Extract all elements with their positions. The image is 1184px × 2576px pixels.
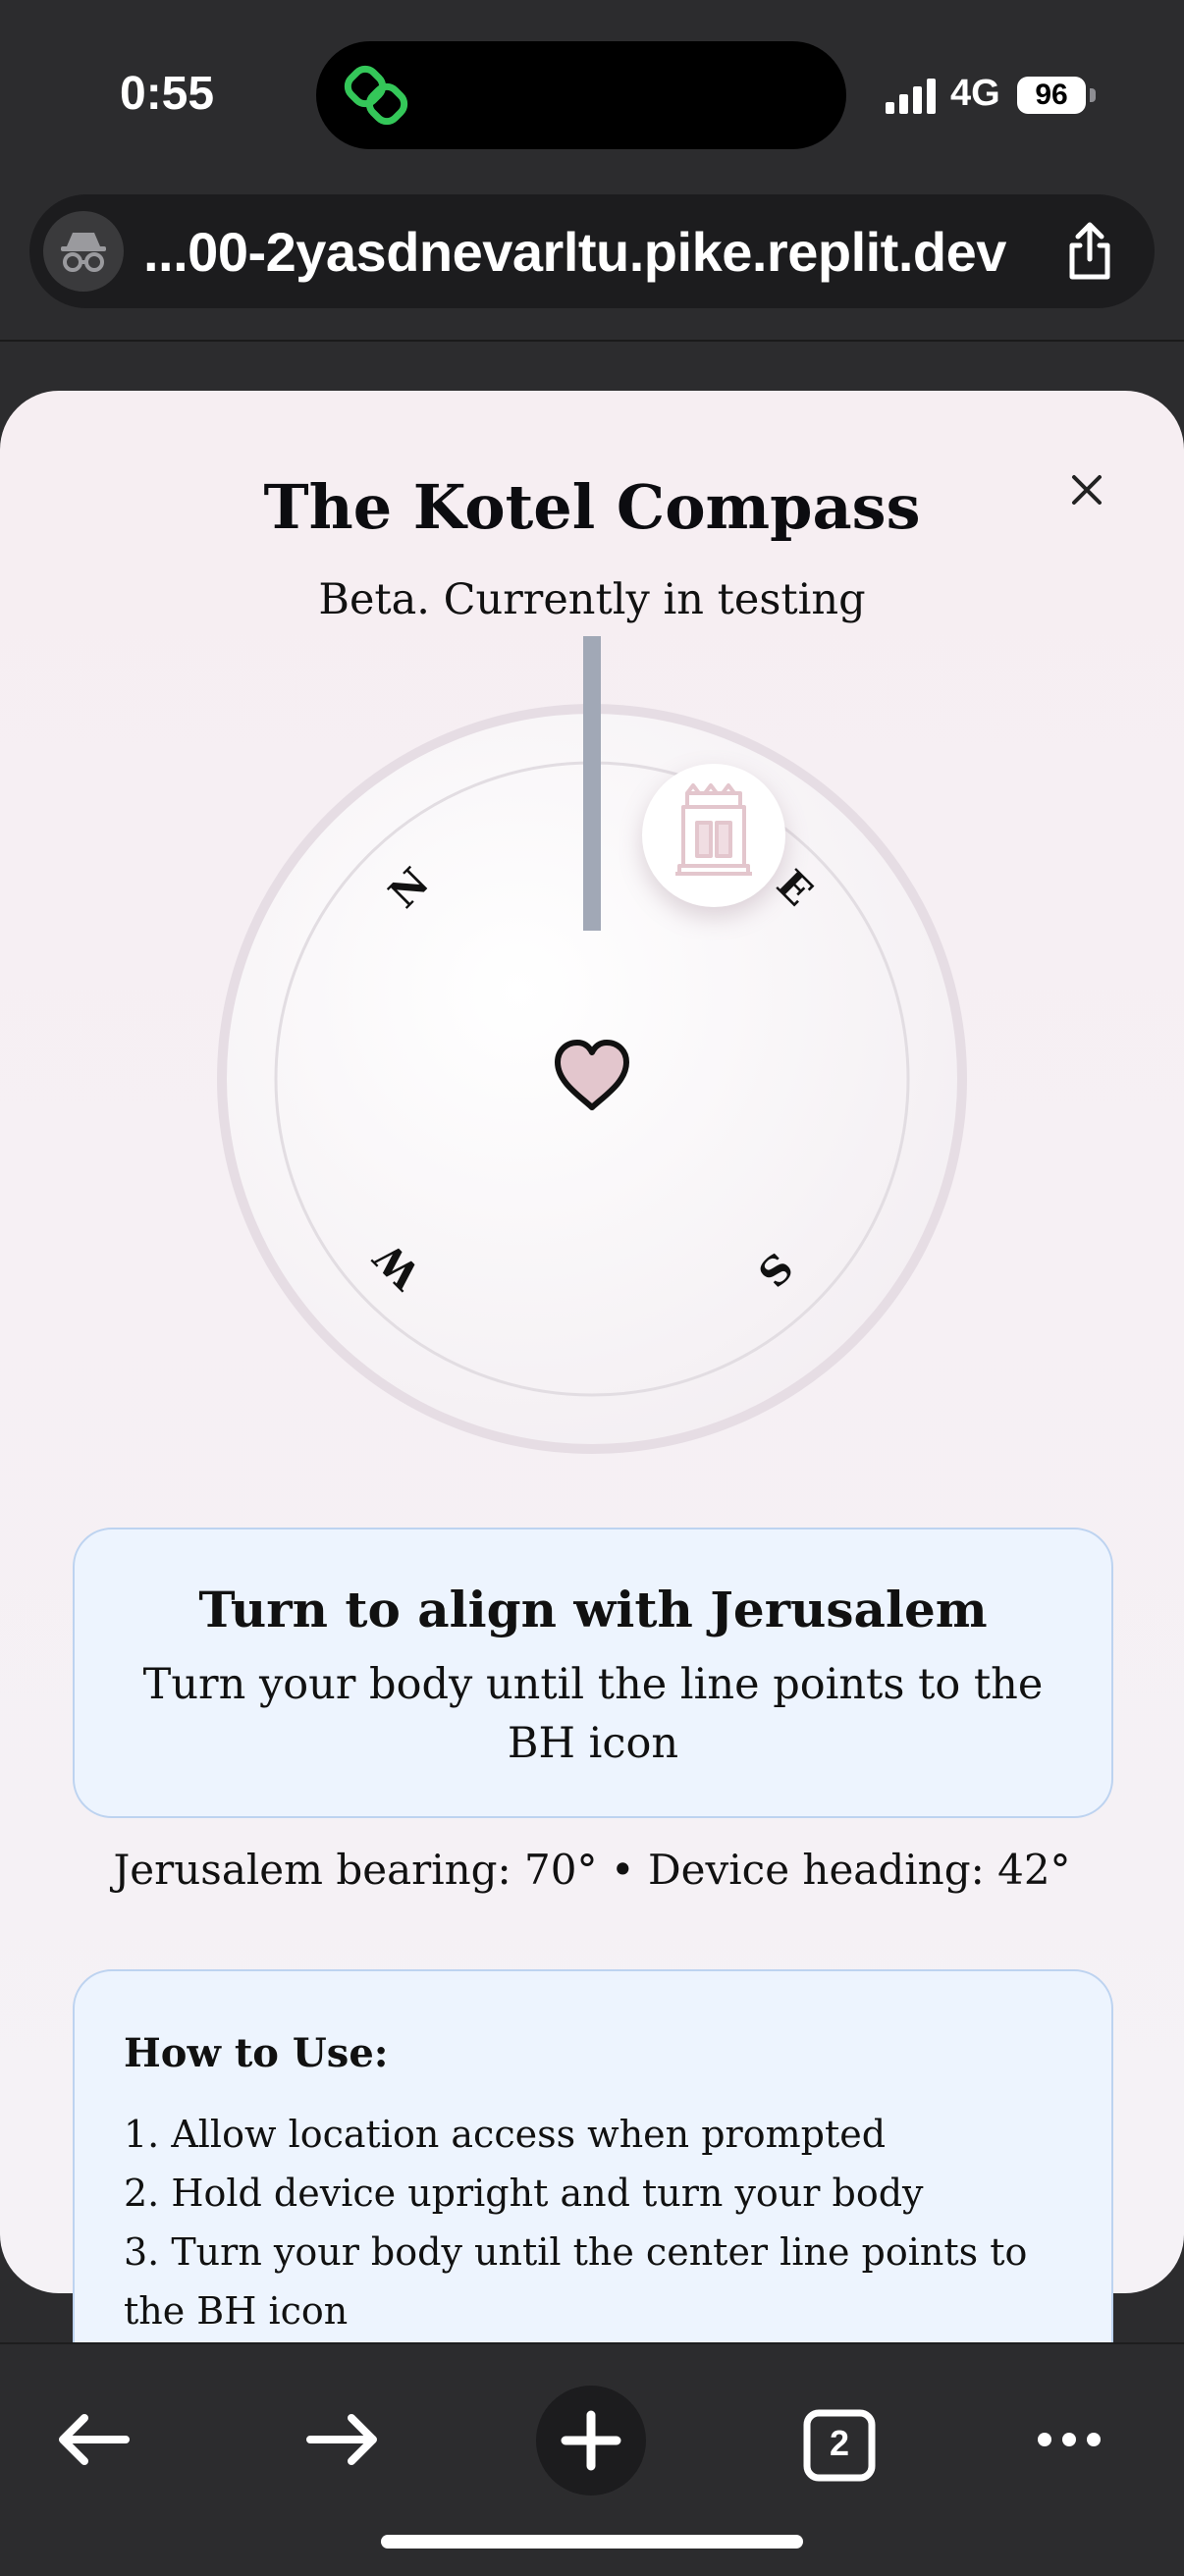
bearing-readout: Jerusalem bearing: 70° • Device heading:… xyxy=(113,1846,1071,1894)
how-to-use-panel: How to Use: 1. Allow location access whe… xyxy=(73,1969,1113,2386)
list-item: 1. Allow location access when prompted xyxy=(124,2113,887,2156)
modal-title: The Kotel Compass xyxy=(263,471,921,543)
share-icon[interactable] xyxy=(1056,218,1123,285)
battery-icon: 96 xyxy=(1017,77,1086,114)
status-time: 0:55 xyxy=(120,68,215,120)
network-type: 4G xyxy=(950,73,1000,114)
how-to-use-steps: 1. Allow location access when prompted 2… xyxy=(124,2105,1066,2340)
status-bar: 0:55 4G 96 xyxy=(0,0,1184,187)
new-tab-plus-icon[interactable] xyxy=(536,2372,689,2509)
compass-needle xyxy=(583,636,601,931)
tab-count: 2 xyxy=(829,2423,850,2463)
more-options-icon[interactable] xyxy=(1015,2386,1123,2494)
alignment-instruction: Turn your body until the line points to … xyxy=(142,1660,1044,1768)
alignment-panel: Turn to align with Jerusalem Turn your b… xyxy=(73,1528,1113,1818)
address-bar[interactable]: ...00-2yasdnevarltu.pike.replit.dev xyxy=(29,194,1155,308)
home-indicator[interactable] xyxy=(381,2535,803,2549)
incognito-icon[interactable] xyxy=(43,211,124,292)
forward-arrow-icon[interactable] xyxy=(289,2386,397,2494)
cellular-signal-icon xyxy=(886,79,936,114)
url-text[interactable]: ...00-2yasdnevarltu.pike.replit.dev xyxy=(143,220,1006,284)
battery-cap xyxy=(1090,88,1096,102)
tab-switcher-button[interactable]: 2 xyxy=(785,2372,893,2509)
list-item: 3. Turn your body until the center line … xyxy=(124,2230,1028,2333)
heart-icon xyxy=(555,1040,629,1110)
back-arrow-icon[interactable] xyxy=(39,2386,147,2494)
dynamic-island xyxy=(316,41,846,149)
modal-subtitle: Beta. Currently in testing xyxy=(318,575,866,624)
temple-icon xyxy=(675,783,752,876)
alignment-title: Turn to align with Jerusalem xyxy=(198,1581,988,1638)
temple-marker xyxy=(642,764,785,907)
list-item: 2. Hold device upright and turn your bod… xyxy=(124,2172,924,2215)
how-to-use-title: How to Use: xyxy=(124,2030,389,2076)
link-rings-icon xyxy=(344,65,408,126)
